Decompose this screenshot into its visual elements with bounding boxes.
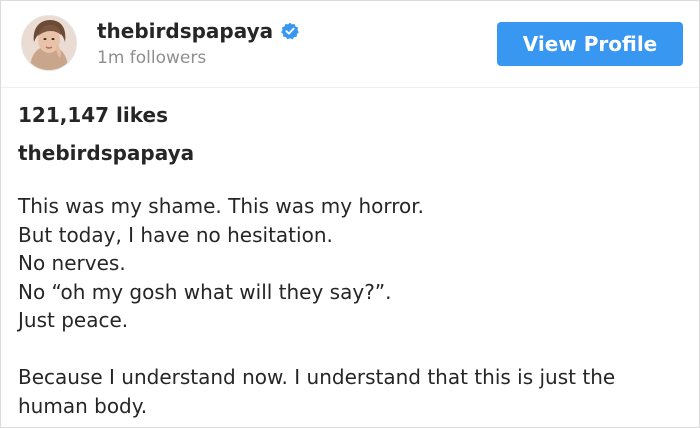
caption-paragraph: Because I understand now. I understand t…: [18, 365, 616, 418]
username-text: thebirdspapaya: [97, 19, 274, 43]
caption-line: No “oh my gosh what will they say?”.: [18, 279, 392, 304]
caption-line: No nerves.: [18, 251, 126, 275]
like-count: 121,147 likes: [18, 103, 168, 127]
post-content: 121,147 likes thebirdspapaya This was my…: [18, 103, 679, 420]
verified-badge-icon: [281, 22, 300, 40]
post-card: thebirdspapaya 1m followers View Profile…: [0, 0, 700, 428]
caption-line: Just peace.: [18, 308, 129, 332]
post-caption: This was my shame. This was my horror. B…: [18, 192, 679, 420]
follower-count: 1m followers: [97, 48, 207, 68]
avatar-image: [22, 16, 76, 70]
caption-username[interactable]: thebirdspapaya: [18, 141, 679, 165]
post-header: thebirdspapaya 1m followers View Profile: [1, 1, 699, 88]
profile-username[interactable]: thebirdspapaya: [97, 19, 300, 43]
caption-line: But today, I have no hesitation.: [18, 222, 333, 247]
caption-line: This was my shame. This was my horror.: [18, 194, 424, 218]
avatar[interactable]: [21, 15, 77, 71]
view-profile-button[interactable]: View Profile: [497, 22, 683, 66]
